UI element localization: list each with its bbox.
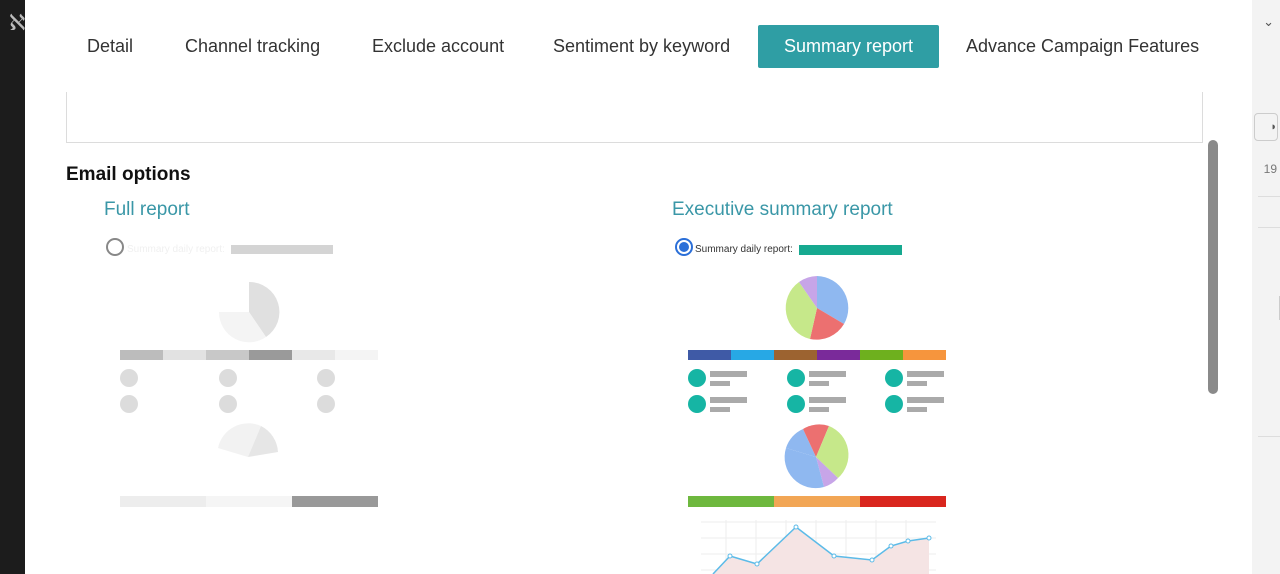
- section-title-email-options: Email options: [66, 164, 191, 185]
- background-page: ⌄ ◗ 19: [1252, 0, 1280, 574]
- tab-exclude-account[interactable]: Exclude account: [346, 25, 530, 68]
- tab-sentiment-by-keyword[interactable]: Sentiment by keyword: [527, 25, 756, 68]
- campaign-modal: Detail Channel tracking Exclude account …: [25, 0, 1252, 574]
- tab-detail[interactable]: Detail: [61, 25, 159, 68]
- scrollbar[interactable]: [1208, 140, 1218, 394]
- background-button: ◗: [1254, 113, 1278, 141]
- previous-section-box: [66, 92, 1203, 143]
- tab-channel-tracking[interactable]: Channel tracking: [159, 25, 346, 68]
- full-report-title: Full report: [104, 199, 190, 220]
- background-field: [1257, 296, 1280, 320]
- background-field: [1258, 196, 1280, 228]
- executive-summary-preview-image: [688, 245, 946, 574]
- app-logo-icon: ℵ: [9, 10, 26, 35]
- tab-summary-report[interactable]: Summary report: [758, 25, 940, 68]
- chevron-down-icon[interactable]: ⌄: [1263, 14, 1274, 30]
- background-divider: [1258, 436, 1280, 437]
- background-page-number: 19: [1263, 162, 1277, 176]
- background-sidebar: ℵ: [0, 0, 25, 574]
- executive-summary-report-title: Executive summary report: [672, 199, 893, 220]
- full-report-preview-image: [120, 245, 378, 507]
- tab-advance-campaign-features[interactable]: Advance Campaign Features: [940, 25, 1225, 68]
